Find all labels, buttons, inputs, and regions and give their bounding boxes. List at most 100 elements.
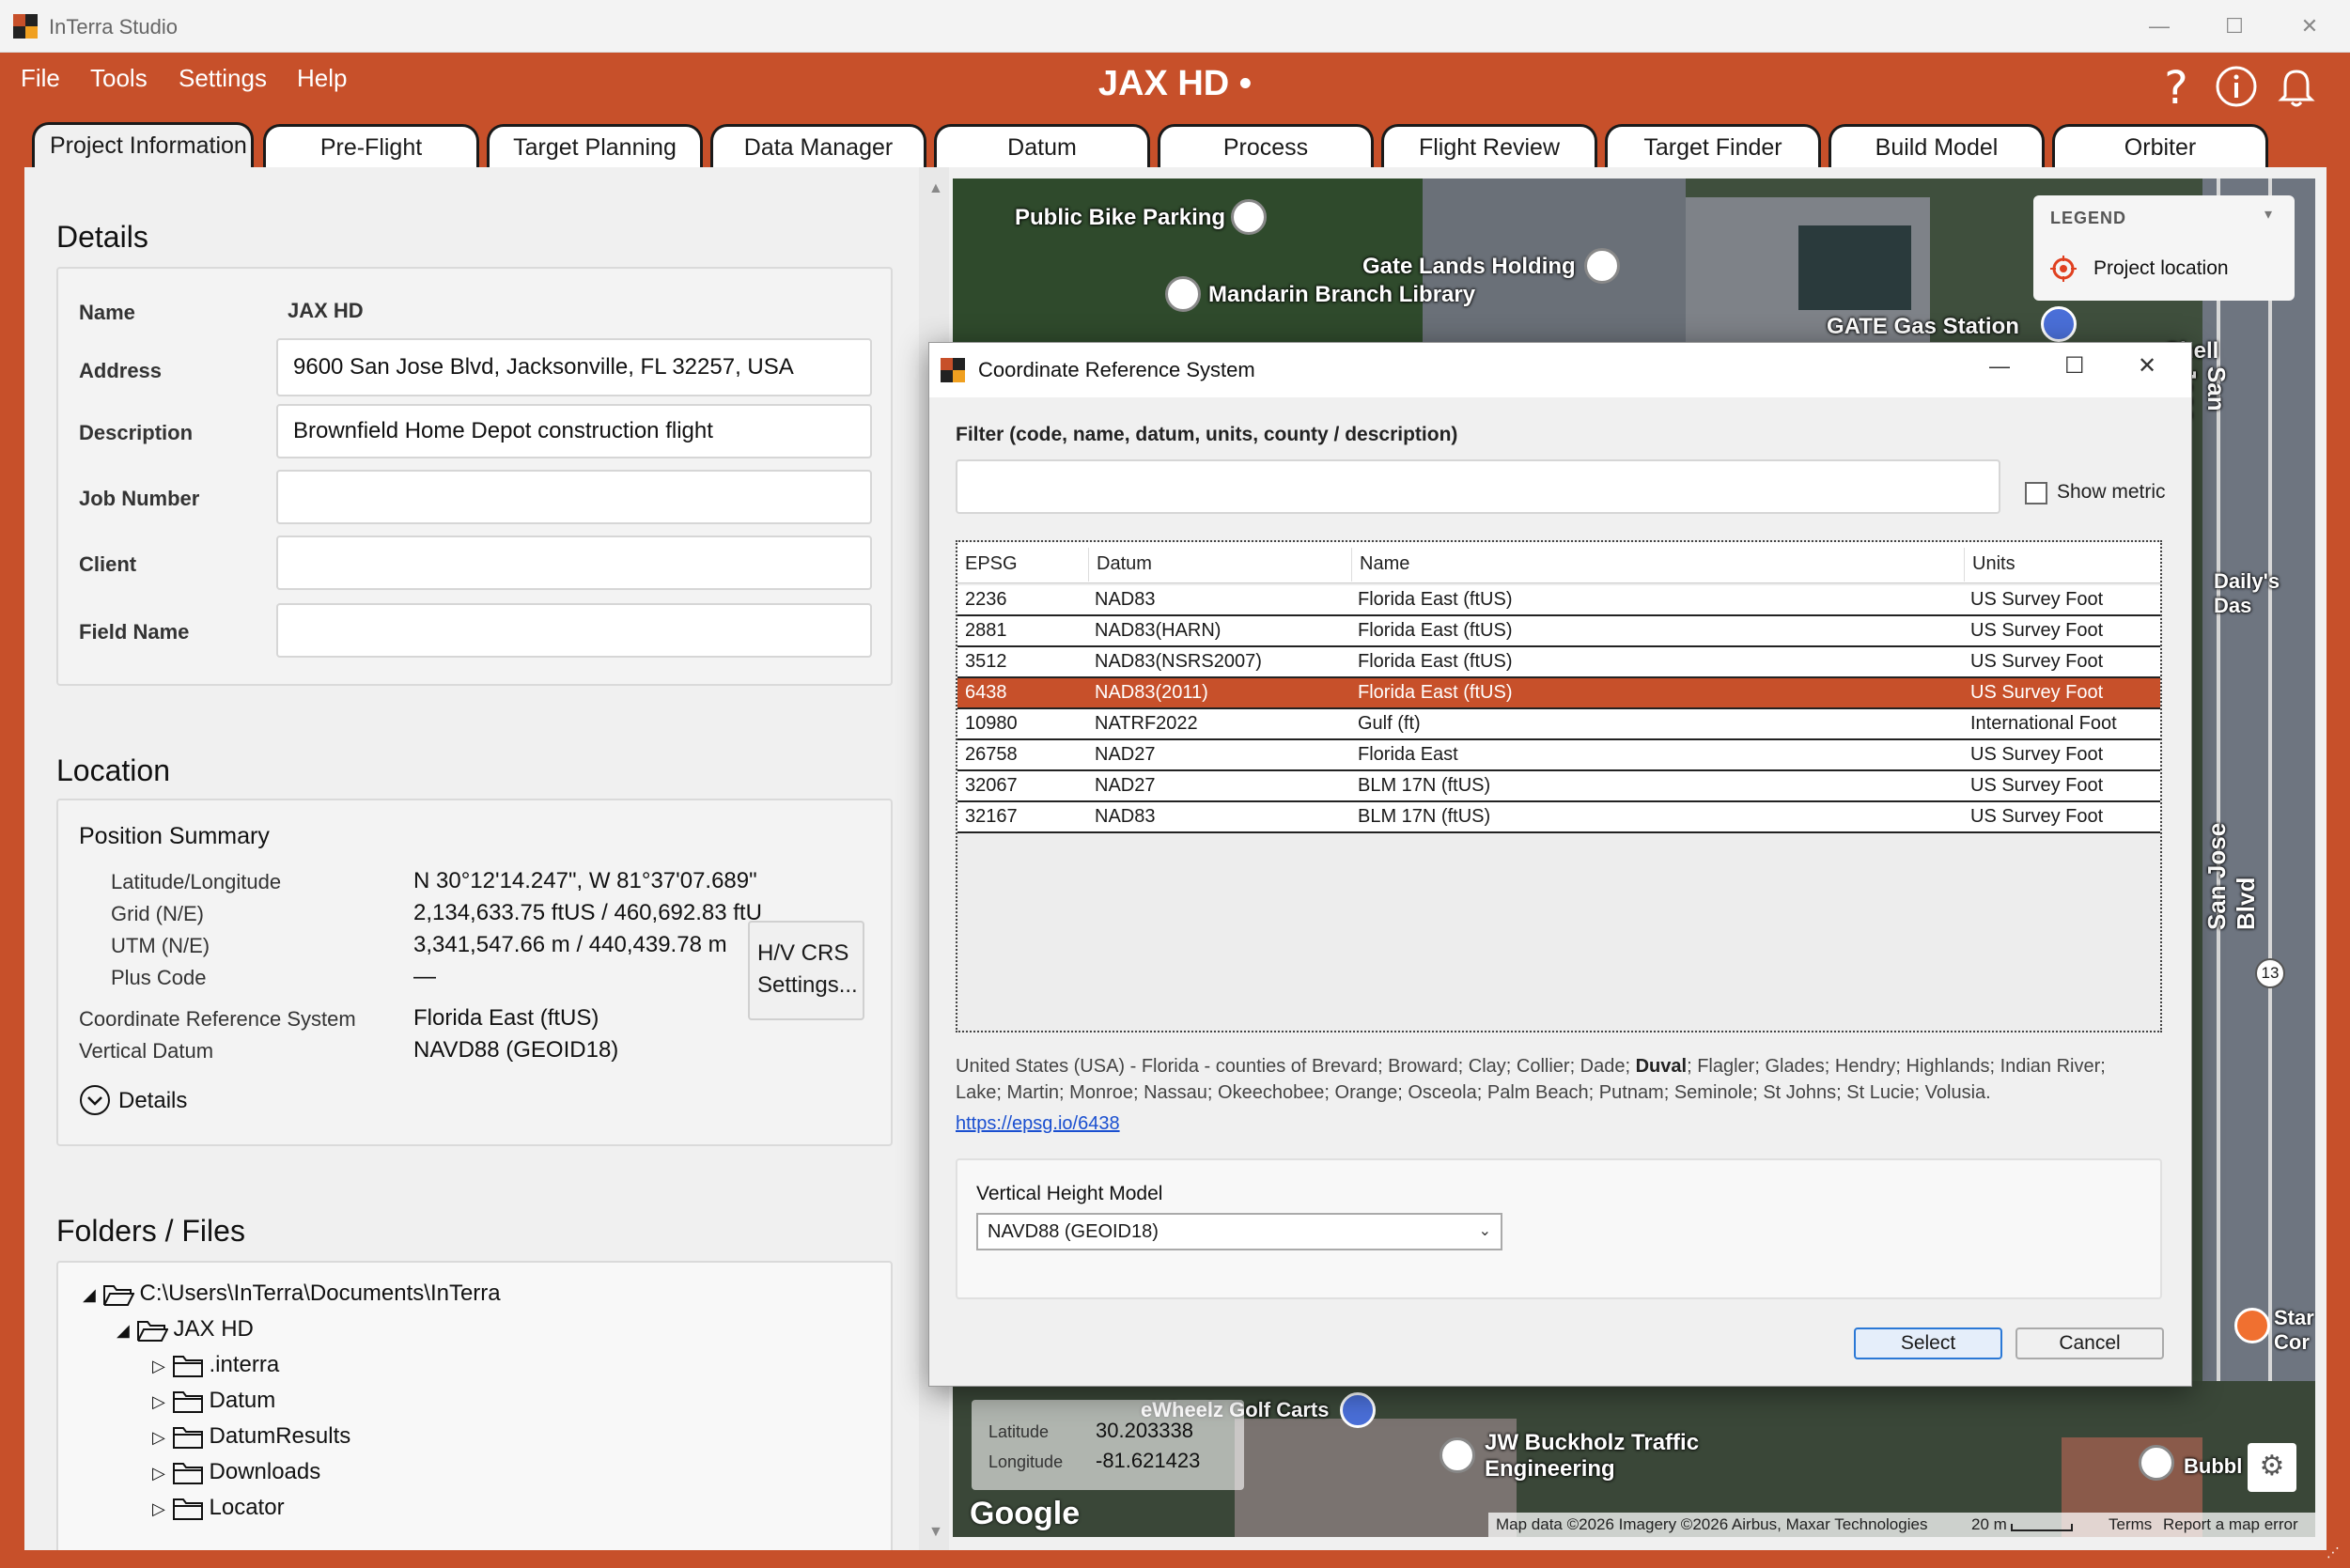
tab-target-planning[interactable]: Target Planning — [487, 124, 703, 167]
folder-icon — [172, 1355, 203, 1377]
dialog-close-button[interactable]: ✕ — [2138, 352, 2156, 380]
map-pin-icon[interactable] — [1231, 199, 1267, 235]
table-cell: 2881 — [965, 620, 1007, 641]
tab-build-model[interactable]: Build Model — [1829, 124, 2045, 167]
tree-collapsed-icon[interactable]: ▷ — [152, 1392, 165, 1411]
table-row[interactable]: 3512 NAD83(NSRS2007) Florida East (ftUS) US… — [957, 647, 2160, 678]
vertical-datum-value: NAVD88 (GEOID18) — [413, 1037, 619, 1063]
tree-collapsed-icon[interactable]: ▷ — [152, 1464, 165, 1483]
tree-expanded-icon[interactable]: ◢ — [117, 1321, 130, 1340]
scroll-down-icon[interactable]: ▼ — [928, 1524, 943, 1541]
tab-project-information[interactable]: Project Information — [32, 122, 254, 169]
tab-target-finder[interactable]: Target Finder — [1605, 124, 1821, 167]
map-pin-icon[interactable] — [1584, 248, 1620, 284]
terms-link[interactable]: Terms — [2109, 1513, 2152, 1537]
dialog-minimize-button[interactable]: — — [1989, 354, 2010, 379]
bell-icon[interactable] — [2272, 62, 2321, 111]
grid-label: Grid (N/E) — [111, 902, 204, 925]
tree-expanded-icon[interactable]: ◢ — [83, 1285, 96, 1304]
table-cell: 32067 — [965, 775, 1018, 796]
col-header-units[interactable]: Units — [1965, 548, 2160, 582]
table-cell: Florida East (ftUS) — [1358, 651, 1513, 672]
resize-grip-icon[interactable]: ⋰ — [2327, 1545, 2340, 1560]
report-map-error-link[interactable]: Report a map error — [2163, 1513, 2298, 1537]
table-row[interactable]: 2881 NAD83(HARN) Florida East (ftUS) US Sur… — [957, 616, 2160, 647]
poi-label: Star Cor — [2274, 1306, 2314, 1354]
position-summary-title: Position Summary — [79, 823, 270, 849]
table-row[interactable]: 32067 NAD27 BLM 17N (ftUS) US Survey Foot — [957, 771, 2160, 802]
col-header-name[interactable]: Name — [1352, 548, 1965, 582]
map-settings-gear-icon[interactable]: ⚙ — [2248, 1443, 2296, 1492]
latitude-value: 30.203338 — [1096, 1419, 1193, 1442]
tab-process[interactable]: Process — [1158, 124, 1374, 167]
tab-orbiter[interactable]: Orbiter — [2052, 124, 2268, 167]
help-icon[interactable]: ? — [2152, 62, 2201, 111]
tree-collapsed-icon[interactable]: ▷ — [152, 1428, 165, 1447]
route-badge: 13 — [2255, 958, 2285, 988]
tree-root[interactable]: ◢ C:\Users\InTerra\Documents\InTerra — [83, 1278, 501, 1310]
tab-pre-flight[interactable]: Pre-Flight — [263, 124, 479, 167]
scroll-up-icon[interactable]: ▲ — [928, 180, 943, 197]
table-cell: Florida East (ftUS) — [1358, 620, 1513, 641]
tab-flight-review[interactable]: Flight Review — [1381, 124, 1597, 167]
map-pin-icon[interactable] — [2139, 1445, 2174, 1481]
client-input[interactable] — [276, 536, 872, 590]
tree-item[interactable]: ▷ .interra — [152, 1349, 279, 1381]
tree-collapsed-icon[interactable]: ▷ — [152, 1499, 165, 1518]
table-row[interactable]: 26758 NAD27 Florida East US Survey Foot — [957, 740, 2160, 771]
tree-item[interactable]: ▷ DatumResults — [152, 1421, 350, 1452]
tree-item[interactable]: ▷ Locator — [152, 1492, 285, 1524]
crs-dialog: Coordinate Reference System — ☐ ✕ Filter… — [928, 342, 2192, 1387]
job-number-input[interactable] — [276, 470, 872, 524]
table-row[interactable]: 32167 NAD83 BLM 17N (ftUS) US Survey Foot — [957, 802, 2160, 833]
maximize-button[interactable]: ☐ — [2206, 8, 2263, 45]
library-pin-icon[interactable] — [1165, 276, 1201, 312]
tree-item[interactable]: ▷ Datum — [152, 1385, 275, 1417]
details-toggle-label[interactable]: Details — [118, 1088, 187, 1114]
tab-data-manager[interactable]: Data Manager — [710, 124, 926, 167]
col-header-epsg[interactable]: EPSG — [957, 548, 1089, 582]
col-header-datum[interactable]: Datum — [1089, 548, 1352, 582]
table-row[interactable]: 2236 NAD83 Florida East (ftUS) US Survey Fo… — [957, 585, 2160, 616]
folder-icon — [172, 1462, 203, 1484]
shop-pin-icon[interactable] — [2234, 1308, 2270, 1343]
legend-collapse-icon[interactable]: ▾ — [2264, 205, 2272, 224]
table-cell: US Survey Foot — [1970, 744, 2104, 765]
info-icon[interactable] — [2212, 62, 2261, 111]
gas-station-pin-icon[interactable] — [2041, 306, 2077, 342]
field-name-label: Field Name — [79, 620, 190, 644]
show-metric-checkbox[interactable] — [2025, 482, 2047, 505]
minimize-button[interactable]: — — [2131, 8, 2187, 45]
chevron-down-circle-icon[interactable] — [79, 1084, 111, 1116]
address-input[interactable]: 9600 San Jose Blvd, Jacksonville, FL 322… — [276, 338, 872, 396]
table-cell: US Survey Foot — [1970, 775, 2104, 796]
hv-crs-settings-button[interactable]: H/V CRS Settings... — [748, 921, 864, 1020]
field-name-input[interactable] — [276, 603, 872, 658]
shop-pin-icon[interactable] — [1340, 1392, 1376, 1428]
table-row[interactable]: 10980 NATRF2022 Gulf (ft) International Foo… — [957, 709, 2160, 740]
location-title: Location — [56, 753, 170, 787]
table-cell: NATRF2022 — [1095, 713, 1198, 734]
tree-collapsed-icon[interactable]: ▷ — [152, 1357, 165, 1375]
select-button[interactable]: Select — [1854, 1327, 2002, 1359]
tree-item[interactable]: ▷ Downloads — [152, 1456, 320, 1488]
project-title: JAX HD • — [1097, 64, 1253, 103]
tree-project[interactable]: ◢ JAX HD — [117, 1313, 254, 1345]
name-value: JAX HD — [288, 299, 364, 322]
table-row[interactable]: 6438 NAD83(2011) Florida East (ftUS) US Sur… — [957, 678, 2160, 709]
folder-open-icon — [102, 1284, 134, 1306]
location-panel: Position Summary Latitude/Longitude N 30… — [56, 799, 893, 1146]
description-input[interactable]: Brownfield Home Depot construction fligh… — [276, 404, 872, 458]
epsg-link[interactable]: https://epsg.io/6438 — [956, 1113, 1120, 1135]
table-cell: US Survey Foot — [1970, 589, 2104, 610]
vertical-height-model-select[interactable]: NAVD88 (GEOID18) ⌄ — [976, 1213, 1502, 1250]
folder-icon — [172, 1390, 203, 1413]
tab-datum[interactable]: Datum — [934, 124, 1150, 167]
filter-input[interactable] — [956, 459, 2000, 514]
map-pin-icon[interactable] — [1440, 1437, 1475, 1473]
close-button[interactable]: ✕ — [2281, 8, 2338, 45]
table-cell: 3512 — [965, 651, 1007, 672]
cancel-button[interactable]: Cancel — [2015, 1327, 2164, 1359]
table-cell: US Survey Foot — [1970, 620, 2104, 641]
dialog-maximize-button[interactable]: ☐ — [2064, 352, 2085, 380]
